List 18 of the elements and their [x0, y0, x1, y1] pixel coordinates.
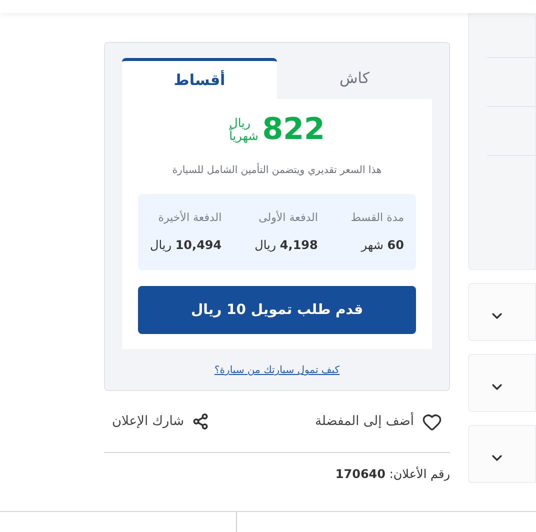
- accordion-header[interactable]: [468, 283, 536, 341]
- tab[interactable]: كاش: [277, 58, 432, 99]
- finance-info-link[interactable]: كيف تمول سيارتك من سيارة؟: [214, 363, 340, 378]
- installment-label: مدة القسط: [350, 210, 404, 226]
- installment-label: الدفعة الأولى: [258, 210, 318, 226]
- currency-label: ريال: [229, 117, 251, 130]
- tab[interactable]: أقساط: [122, 58, 277, 99]
- share-button[interactable]: شارك الإعلان: [112, 412, 210, 432]
- apply-financing-button[interactable]: قدم طلب تمويل 10 ريال: [138, 286, 416, 334]
- heart-icon: [422, 412, 442, 432]
- monthly-price: 822: [262, 115, 325, 145]
- share-icon: [192, 413, 210, 430]
- favorite-button[interactable]: أضف إلى المفضلة: [315, 412, 442, 432]
- period-label: شهرياً: [229, 130, 258, 143]
- price-note: هذا السعر تقديري ويتضمن التأمين الشامل للسيارة: [172, 163, 382, 178]
- accordion-header[interactable]: [468, 354, 536, 412]
- accordion-header[interactable]: [468, 425, 536, 483]
- installment-label: الدفعة الأخيرة: [158, 210, 222, 226]
